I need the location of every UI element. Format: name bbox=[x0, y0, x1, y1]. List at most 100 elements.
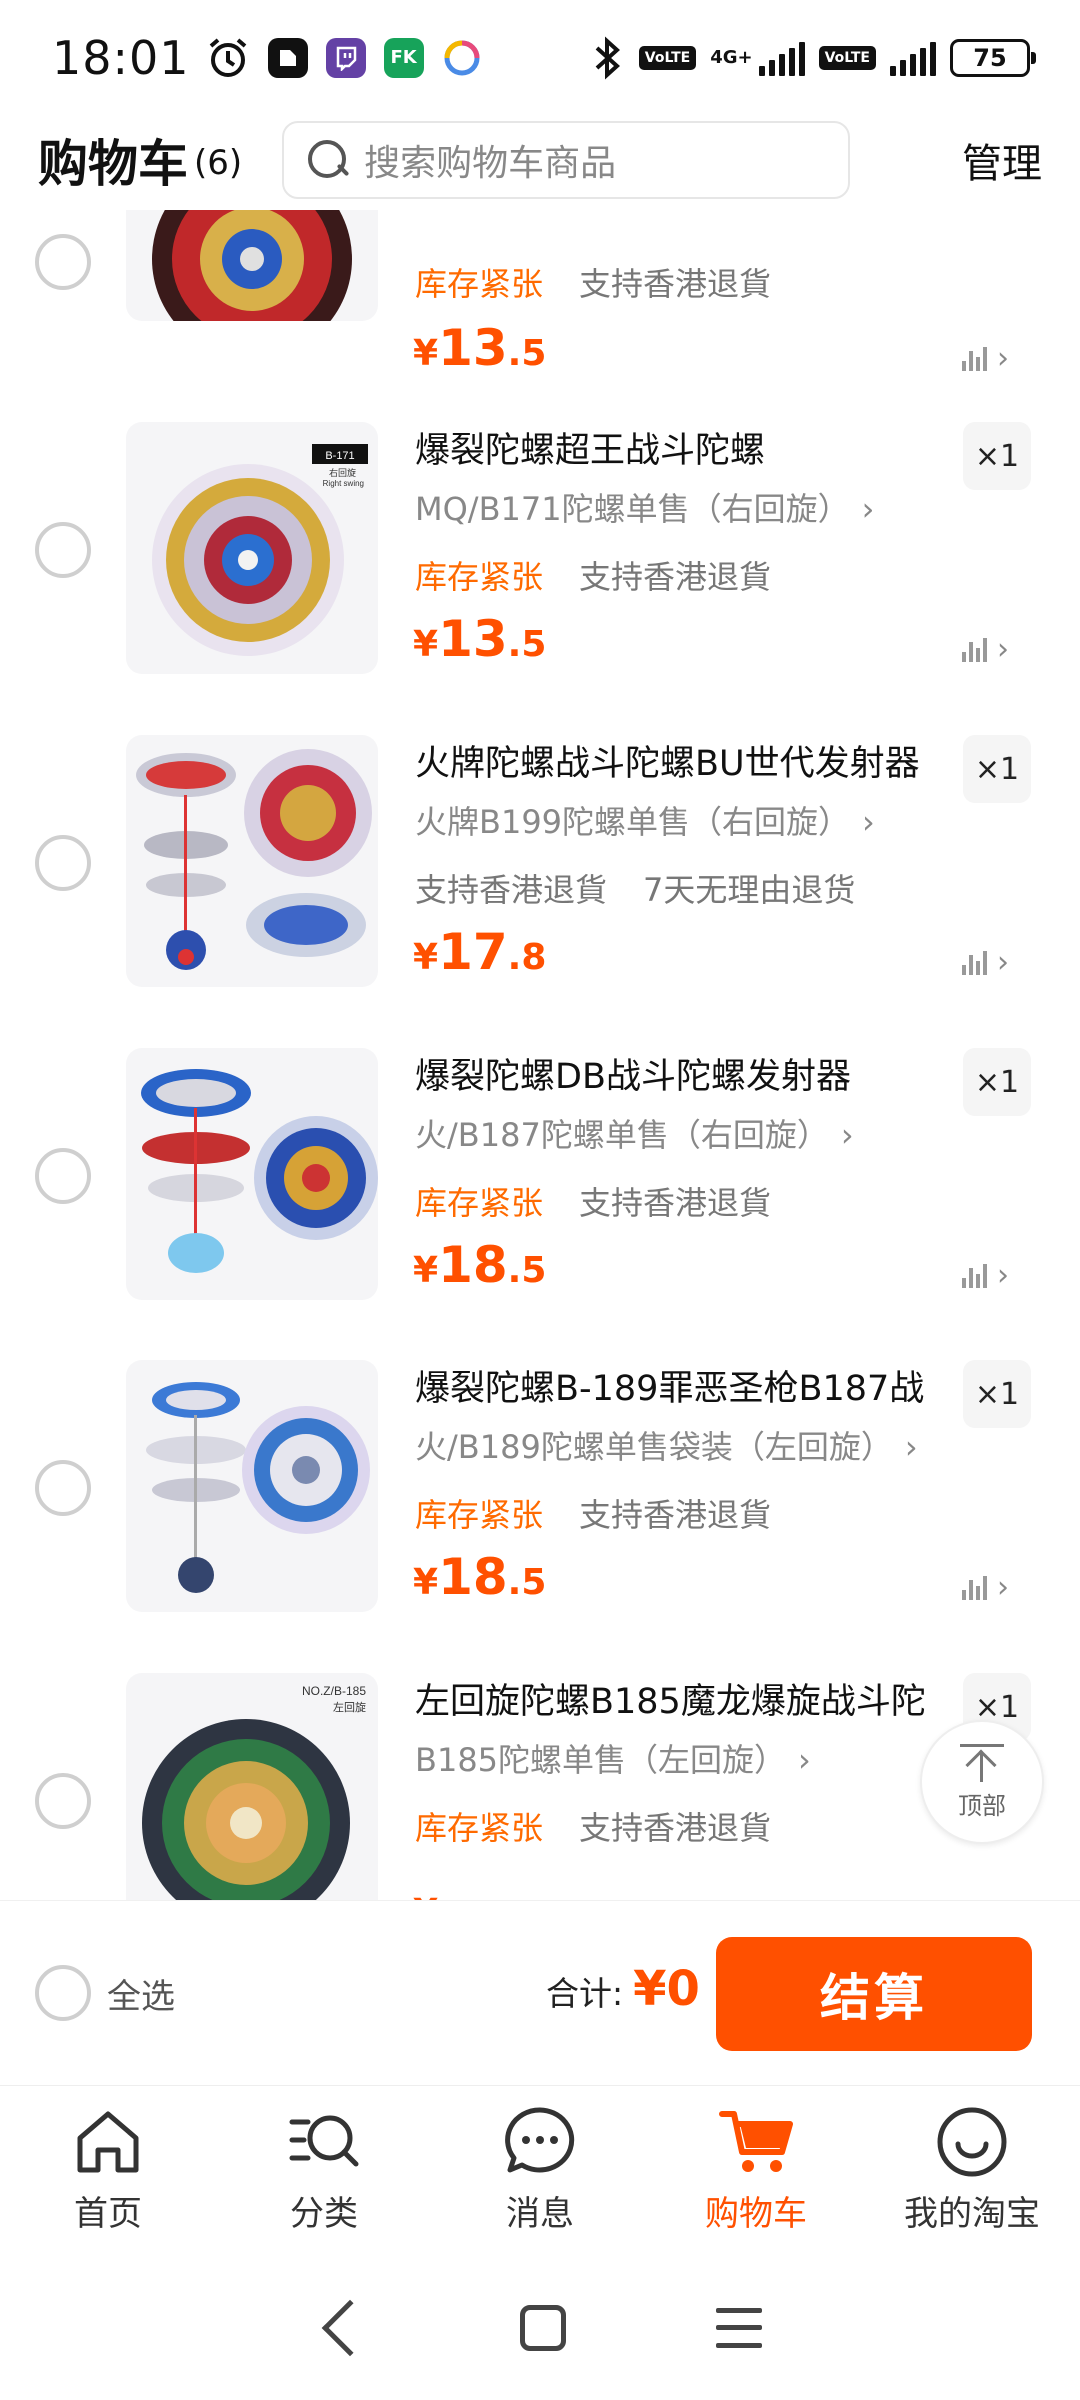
tab-home[interactable]: 首页 bbox=[0, 2086, 216, 2255]
tag-return: 支持香港退貨 bbox=[415, 871, 608, 909]
item-select-checkbox[interactable] bbox=[35, 234, 91, 290]
product-thumbnail[interactable] bbox=[126, 1360, 378, 1612]
system-navigation-bar bbox=[0, 2255, 1080, 2400]
battery-icon: 75 bbox=[950, 38, 1036, 77]
profile-smile-icon bbox=[937, 2107, 1007, 2177]
bars-icon bbox=[962, 950, 987, 975]
cart-item[interactable]: NO.Z/B-185 左回旋 左回旋陀螺B185魔龙爆旋战斗陀 B185陀螺单售（… bbox=[0, 1673, 1080, 1900]
tag-return: 支持香港退貨 bbox=[579, 1809, 772, 1847]
svg-text:Right swing: Right swing bbox=[323, 479, 364, 488]
item-select-checkbox[interactable] bbox=[35, 522, 91, 578]
cart-list[interactable]: 库存紧张 支持香港退貨 ¥13.5 › B-171 右回旋 Right swing … bbox=[0, 210, 1080, 1900]
cart-icon bbox=[719, 2111, 793, 2172]
cart-item[interactable]: 爆裂陀螺B-189罪恶圣枪B187战 火/B189陀螺单售袋装（左回旋） › 库存… bbox=[0, 1360, 1080, 1673]
similar-items-button[interactable]: › bbox=[962, 1258, 1009, 1293]
bars-icon bbox=[962, 346, 987, 371]
tab-messages[interactable]: 消息 bbox=[432, 2086, 648, 2255]
product-thumbnail[interactable]: B-171 右回旋 Right swing bbox=[126, 422, 378, 674]
select-all-checkbox[interactable]: 全选 bbox=[35, 1965, 175, 2021]
tag-stock: 库存紧张 bbox=[415, 1184, 544, 1222]
product-thumbnail[interactable] bbox=[126, 210, 378, 321]
cart-count: (6) bbox=[194, 143, 243, 183]
search-input[interactable]: 搜索购物车商品 bbox=[282, 121, 851, 199]
signal-icon-2 bbox=[890, 40, 936, 76]
item-variant-selector[interactable]: 火/B187陀螺单售（右回旋） › bbox=[415, 1110, 854, 1156]
similar-items-button[interactable]: › bbox=[962, 1570, 1009, 1605]
thumb-label: B-171 bbox=[325, 450, 354, 462]
tag-7day-return: 7天无理由退货 bbox=[643, 871, 856, 909]
product-thumbnail[interactable] bbox=[126, 735, 378, 987]
tab-my-taobao[interactable]: 我的淘宝 bbox=[864, 2086, 1080, 2255]
cart-item[interactable]: 火牌陀螺战斗陀螺BU世代发射器 火牌B199陀螺单售（右回旋） › 支持香港退貨 … bbox=[0, 735, 1080, 1048]
chevron-right-icon: › bbox=[997, 1570, 1009, 1605]
item-title[interactable]: 爆裂陀螺B-189罪恶圣枪B187战 bbox=[415, 1360, 955, 1411]
back-to-top-button[interactable]: 顶部 bbox=[920, 1720, 1044, 1844]
cart-item[interactable]: B-171 右回旋 Right swing 爆裂陀螺超王战斗陀螺 MQ/B171陀螺… bbox=[0, 422, 1080, 735]
item-variant-selector[interactable]: 火牌B199陀螺单售（右回旋） › bbox=[415, 797, 875, 843]
cart-header: 购物车 (6) 搜索购物车商品 管理 bbox=[0, 110, 1080, 210]
item-tags: 库存紧张 支持香港退貨 bbox=[415, 1803, 771, 1849]
chevron-right-icon: › bbox=[904, 1428, 918, 1466]
checkout-button[interactable]: 结算 bbox=[716, 1937, 1032, 2051]
product-thumbnail[interactable] bbox=[126, 1048, 378, 1300]
tag-return: 支持香港退貨 bbox=[579, 1184, 772, 1222]
cart-item[interactable]: 爆裂陀螺DB战斗陀螺发射器 火/B187陀螺单售（右回旋） › 库存紧张 支持香港… bbox=[0, 1048, 1080, 1361]
item-variant-selector[interactable]: B185陀螺单售（左回旋） › bbox=[415, 1735, 811, 1781]
item-title[interactable]: 火牌陀螺战斗陀螺BU世代发射器 bbox=[415, 735, 955, 786]
tab-cart[interactable]: 购物车 bbox=[648, 2086, 864, 2255]
quantity-stepper[interactable]: ×1 bbox=[963, 1048, 1031, 1116]
item-title[interactable]: 左回旋陀螺B185魔龙爆旋战斗陀 bbox=[415, 1673, 955, 1724]
chevron-right-icon: › bbox=[840, 1116, 854, 1154]
item-title[interactable]: 爆裂陀螺DB战斗陀螺发射器 bbox=[415, 1048, 955, 1099]
item-tags: 库存紧张 支持香港退貨 bbox=[415, 1490, 771, 1536]
chevron-right-icon: › bbox=[997, 341, 1009, 376]
svg-text:NO.Z/B-185: NO.Z/B-185 bbox=[302, 1684, 366, 1698]
page-title: 购物车 bbox=[38, 135, 188, 193]
search-icon bbox=[306, 138, 350, 182]
item-price: ¥ bbox=[413, 1878, 438, 1900]
item-tags: 库存紧张 支持香港退貨 bbox=[415, 552, 771, 598]
item-variant-selector[interactable]: 火/B189陀螺单售袋装（左回旋） › bbox=[415, 1422, 918, 1468]
cart-item[interactable]: 库存紧张 支持香港退貨 ¥13.5 › bbox=[0, 210, 1080, 422]
similar-items-button[interactable]: › bbox=[962, 341, 1009, 376]
status-system-icons: VoLTE 4G+ VoLTE 75 bbox=[589, 36, 1036, 80]
item-tags: 库存紧张 支持香港退貨 bbox=[415, 1178, 771, 1224]
volte-badge-2: VoLTE bbox=[818, 45, 876, 70]
status-bar: 18:01 FK VoLTE 4G+ VoLTE 75 bbox=[0, 0, 1080, 115]
status-time: 18:01 bbox=[52, 30, 190, 85]
item-title[interactable]: 爆裂陀螺超王战斗陀螺 bbox=[415, 422, 955, 473]
quantity-stepper[interactable]: ×1 bbox=[963, 422, 1031, 490]
bars-icon bbox=[962, 1575, 987, 1600]
select-all-radio[interactable] bbox=[35, 1965, 91, 2021]
tag-stock: 库存紧张 bbox=[415, 558, 544, 596]
similar-items-button[interactable]: › bbox=[962, 632, 1009, 667]
fk-app-icon: FK bbox=[383, 37, 424, 78]
menu-icon[interactable] bbox=[716, 2307, 762, 2348]
product-thumbnail[interactable]: NO.Z/B-185 左回旋 bbox=[126, 1673, 378, 1900]
item-tags: 支持香港退貨 7天无理由退货 bbox=[415, 865, 855, 911]
bluetooth-icon bbox=[595, 36, 620, 79]
tag-return: 支持香港退貨 bbox=[579, 558, 772, 596]
chevron-right-icon: › bbox=[798, 1741, 811, 1779]
twitch-icon bbox=[325, 37, 366, 78]
chevron-right-icon: › bbox=[861, 490, 875, 528]
status-notification-icons: FK bbox=[206, 36, 482, 80]
back-icon[interactable] bbox=[321, 2299, 379, 2356]
item-price: ¥13.5 bbox=[413, 319, 547, 377]
home-square-icon[interactable] bbox=[520, 2304, 566, 2351]
quantity-stepper[interactable]: ×1 bbox=[963, 1360, 1031, 1428]
tag-return: 支持香港退貨 bbox=[579, 1496, 772, 1534]
select-all-label: 全选 bbox=[107, 1976, 175, 2017]
svg-text:右回旋: 右回旋 bbox=[329, 467, 356, 479]
tab-category[interactable]: 分类 bbox=[216, 2086, 432, 2255]
item-select-checkbox[interactable] bbox=[35, 1148, 91, 1204]
item-select-checkbox[interactable] bbox=[35, 1460, 91, 1516]
item-select-checkbox[interactable] bbox=[35, 835, 91, 891]
manage-button[interactable]: 管理 bbox=[962, 131, 1042, 189]
tag-stock: 库存紧张 bbox=[415, 1809, 544, 1847]
item-price: ¥18.5 bbox=[413, 1548, 547, 1606]
item-select-checkbox[interactable] bbox=[35, 1773, 91, 1829]
quantity-stepper[interactable]: ×1 bbox=[963, 735, 1031, 803]
similar-items-button[interactable]: › bbox=[962, 945, 1009, 980]
item-variant-selector[interactable]: MQ/B171陀螺单售（右回旋） › bbox=[415, 484, 874, 530]
